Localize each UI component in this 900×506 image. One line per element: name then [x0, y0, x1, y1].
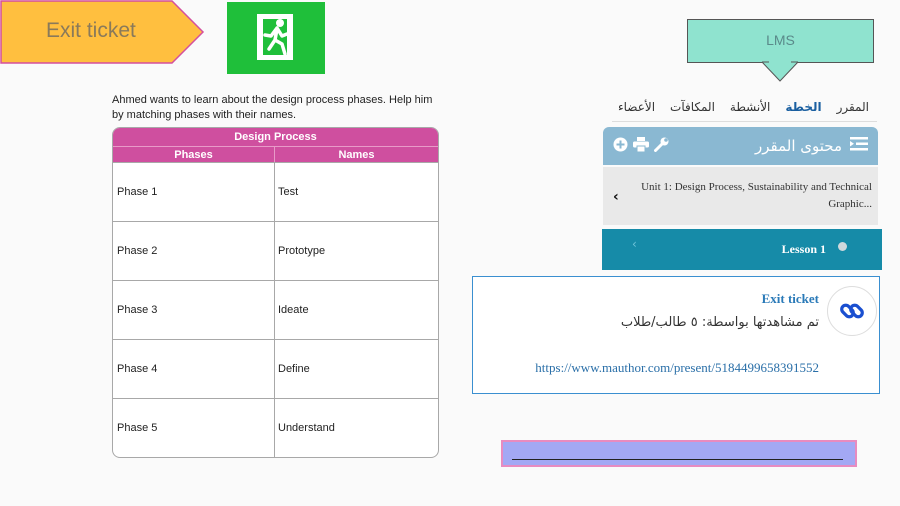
table-row: Phase 1 Test	[113, 162, 438, 221]
print-icon[interactable]	[633, 136, 649, 156]
course-content-bar: محتوى المقرر	[603, 127, 878, 165]
course-content-label: محتوى المقرر	[754, 137, 842, 155]
name-cell: Test	[278, 186, 299, 198]
name-cell: Prototype	[278, 245, 326, 257]
name-cell: Understand	[278, 422, 335, 434]
content-tools	[613, 136, 669, 156]
design-process-table: Design Process Phases Names Phase 1 Test…	[112, 127, 439, 458]
lesson-bar[interactable]: ‹ Lesson 1	[602, 229, 882, 270]
unit-title: Unit 1: Design Process, Sustainability a…	[641, 181, 872, 210]
emergency-exit-icon	[227, 2, 325, 74]
chevron-left-icon[interactable]: ‹	[632, 237, 637, 251]
table-row: Phase 5 Understand	[113, 398, 438, 457]
wrench-icon[interactable]	[654, 137, 669, 156]
lms-nav: المقرر الخطة الأنشطة المكافآت الأعضاء	[612, 92, 877, 122]
table-row: Phase 4 Define	[113, 339, 438, 398]
answer-box[interactable]	[501, 440, 857, 467]
lesson-status-dot	[838, 242, 847, 251]
phase-cell: Phase 3	[113, 281, 275, 339]
ticket-url-link[interactable]: https://www.mauthor.com/present/51844996…	[535, 360, 819, 376]
phase-cell: Phase 5	[113, 399, 275, 457]
tab-activities[interactable]: الأنشطة	[730, 100, 771, 114]
name-cell: Define	[278, 363, 310, 375]
lms-callout-arrow	[762, 61, 798, 82]
add-icon[interactable]	[613, 137, 628, 156]
answer-underline	[512, 459, 843, 460]
table-title: Design Process	[113, 128, 438, 146]
exit-ticket-banner: Exit ticket	[0, 0, 205, 64]
views-count: تم مشاهدتها بواسطة: ٥ طالب/طلاب	[620, 315, 819, 330]
name-cell: Ideate	[278, 304, 309, 316]
tab-plan[interactable]: الخطة	[785, 100, 821, 114]
tab-course[interactable]: المقرر	[837, 100, 869, 114]
exit-ticket-link-title[interactable]: Exit ticket	[762, 291, 819, 307]
tab-members[interactable]: الأعضاء	[618, 100, 655, 114]
chevron-left-icon[interactable]: ‹	[613, 189, 619, 205]
phase-cell: Phase 1	[113, 163, 275, 221]
column-phases: Phases	[113, 147, 275, 162]
table-row: Phase 2 Prototype	[113, 221, 438, 280]
lms-callout-label: LMS	[766, 32, 795, 48]
lesson-label: Lesson 1	[781, 242, 826, 256]
link-icon	[827, 286, 877, 336]
banner-label: Exit ticket	[46, 19, 136, 42]
unit-selector[interactable]: Unit 1: Design Process, Sustainability a…	[603, 167, 878, 225]
course-content-title: محتوى المقرر	[755, 137, 868, 155]
worksheet-question: Ahmed wants to learn about the design pr…	[112, 94, 433, 121]
exit-ticket-card[interactable]: Exit ticket تم مشاهدتها بواسطة: ٥ طالب/ط…	[472, 276, 880, 394]
tab-rewards[interactable]: المكافآت	[670, 100, 715, 114]
lms-callout: LMS	[687, 19, 874, 63]
column-names: Names	[338, 149, 375, 161]
table-row: Phase 3 Ideate	[113, 280, 438, 339]
list-icon	[850, 137, 868, 155]
phase-cell: Phase 2	[113, 222, 275, 280]
phase-cell: Phase 4	[113, 340, 275, 398]
table-header: Phases Names	[113, 146, 438, 162]
